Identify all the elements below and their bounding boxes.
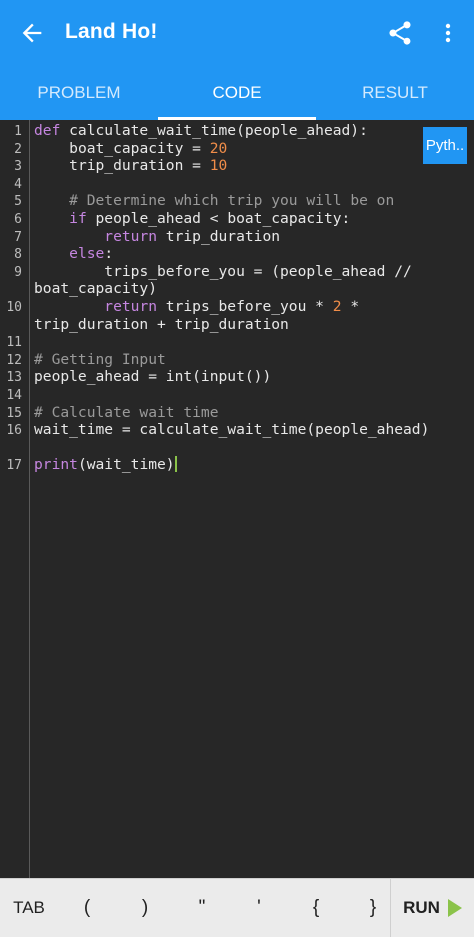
line-number: 15 <box>6 405 22 421</box>
open-brace-key[interactable]: { <box>291 879 341 937</box>
page-title: Land Ho! <box>65 20 158 43</box>
line-number: 9 <box>14 264 22 280</box>
line-number: 7 <box>14 229 22 245</box>
run-button[interactable]: RUN <box>391 879 474 937</box>
code-text: if people_ahead < boat_capacity: <box>69 210 351 227</box>
code-line: 3 trip_duration = 10 <box>0 157 474 175</box>
code-line: 12 # Getting Input <box>0 351 474 369</box>
share-icon[interactable] <box>386 19 414 47</box>
code-text: return trip_duration <box>104 227 281 245</box>
line-number: 3 <box>14 159 22 175</box>
single-quote-key[interactable]: ' <box>234 879 284 937</box>
code-text: trips_before_you = (people_ahead // boat… <box>34 262 421 298</box>
code-line: 5 # Determine which trip you will be on <box>0 192 474 210</box>
line-number: 5 <box>14 194 22 210</box>
line-number: 11 <box>6 335 22 351</box>
arrow-back-icon[interactable] <box>18 19 46 47</box>
tab-key[interactable]: TAB <box>4 879 54 937</box>
code-text: people_ahead = int(input()) <box>34 368 272 386</box>
code-editor[interactable]: 1 def calculate_wait_time(people_ahead):… <box>0 120 474 878</box>
tab-code[interactable]: CODE <box>158 66 316 120</box>
tab-bar: PROBLEM CODE RESULT <box>0 66 474 120</box>
line-number: 14 <box>6 388 22 403</box>
code-text: # Determine which trip you will be on <box>34 192 395 210</box>
line-number: 8 <box>14 247 22 263</box>
line-number: 10 <box>6 300 22 315</box>
line-number: 6 <box>14 212 22 227</box>
code-text: wait_time = calculate_wait_time(people_a… <box>34 421 430 439</box>
code-text: print(wait_time) <box>34 456 177 474</box>
code-line: 15 # Calculate wait time <box>0 404 474 422</box>
code-line: 9 trips_before_you = (people_ahead // bo… <box>0 263 474 298</box>
code-line: 14 <box>0 386 474 404</box>
code-line: 6 if people_ahead < boat_capacity: <box>0 210 474 228</box>
code-line: 7 return trip_duration <box>0 228 474 246</box>
play-icon <box>447 899 462 917</box>
open-paren-key[interactable]: ( <box>62 879 112 937</box>
code-line: 13 people_ahead = int(input()) <box>0 368 474 386</box>
line-number: 2 <box>14 141 22 157</box>
symbol-keybar: TAB ( ) " ' { } RUN <box>0 878 474 937</box>
code-text: boat_capacity = 20 <box>34 139 228 157</box>
code-text: # Calculate wait time <box>34 403 219 421</box>
line-number: 17 <box>6 458 22 474</box>
line-number: 1 <box>14 124 22 139</box>
text-cursor <box>174 456 177 473</box>
line-number: 4 <box>14 176 22 192</box>
close-paren-key[interactable]: ) <box>120 879 170 937</box>
run-label: RUN <box>403 898 440 917</box>
code-line: 16 wait_time = calculate_wait_time(peopl… <box>0 421 474 456</box>
code-line: 11 <box>0 333 474 351</box>
code-text: trip_duration = 10 <box>34 157 228 175</box>
code-line: 2 boat_capacity = 20 <box>0 140 474 158</box>
line-number: 12 <box>6 352 22 368</box>
code-line: 17 print(wait_time) <box>0 456 474 474</box>
app-bar: Land Ho! PROBLEM CODE RESULT <box>0 0 474 120</box>
code-line: 4 <box>0 175 474 193</box>
toolbar: Land Ho! <box>0 0 474 66</box>
code-line: 10 return trips_before_you * 2 * trip_du… <box>0 298 474 333</box>
code-line: 1 def calculate_wait_time(people_ahead): <box>0 122 474 140</box>
language-badge[interactable]: Pyth.. <box>423 127 467 164</box>
code-text: def calculate_wait_time(people_ahead): <box>34 122 368 139</box>
line-number: 13 <box>6 370 22 386</box>
tab-problem[interactable]: PROBLEM <box>0 66 158 120</box>
code-text: else: <box>69 245 114 263</box>
double-quote-key[interactable]: " <box>177 879 227 937</box>
code-text: # Getting Input <box>34 350 166 368</box>
code-line: 8 else: <box>0 245 474 263</box>
tab-result[interactable]: RESULT <box>316 66 474 120</box>
more-vertical-icon[interactable] <box>436 20 460 46</box>
line-number: 16 <box>6 423 22 439</box>
code-text: return trips_before_you * 2 * trip_durat… <box>34 298 368 333</box>
